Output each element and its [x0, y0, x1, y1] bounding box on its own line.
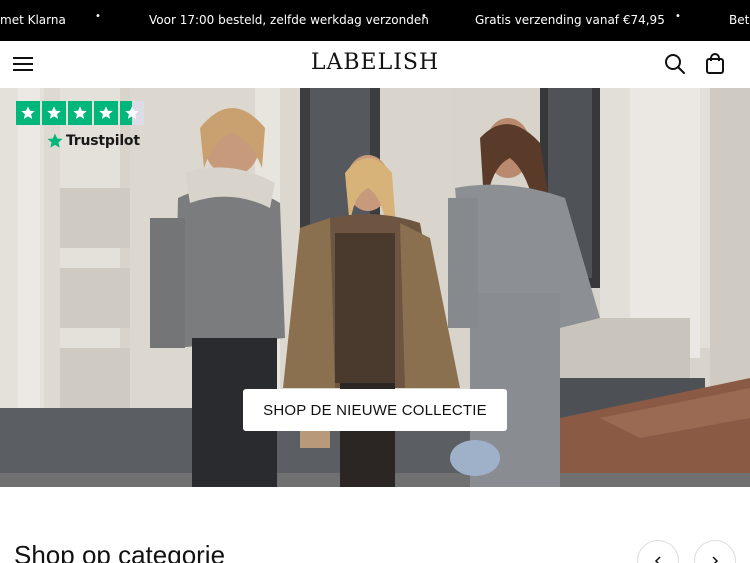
site-logo[interactable]: LABELISH [0, 50, 750, 75]
announcement-message: Beta [729, 13, 750, 27]
carousel-next-button[interactable] [694, 540, 736, 563]
star-icon [94, 101, 118, 125]
chevron-right-icon [712, 556, 719, 563]
shop-new-collection-button[interactable]: SHOP DE NIEUWE COLLECTIE [243, 389, 507, 431]
search-icon[interactable] [663, 52, 687, 76]
site-header: LABELISH [0, 41, 750, 88]
announcement-bar: met Klarna • Voor 17:00 besteld, zelfde … [0, 0, 750, 41]
trustpilot-badge[interactable]: Trustpilot [16, 101, 161, 150]
announcement-message: Voor 17:00 besteld, zelfde werkdag verzo… [149, 13, 429, 27]
star-icon [68, 101, 92, 125]
chevron-left-icon [654, 556, 661, 563]
trustpilot-stars [16, 101, 161, 125]
star-icon [42, 101, 66, 125]
section-title: Shop op categorie [14, 540, 226, 563]
announcement-separator: • [675, 11, 681, 22]
shopping-bag-icon[interactable] [703, 52, 727, 76]
trustpilot-label: Trustpilot [66, 133, 140, 149]
announcement-message: met Klarna [0, 13, 66, 27]
star-icon [16, 101, 40, 125]
half-star-icon [120, 101, 144, 125]
announcement-separator: • [421, 11, 427, 22]
carousel-prev-button[interactable] [637, 540, 679, 563]
trustpilot-star-icon [47, 133, 63, 148]
announcement-message: Gratis verzending vanaf €74,95 [475, 13, 665, 27]
announcement-separator: • [95, 11, 101, 22]
trustpilot-logo: Trustpilot [46, 132, 161, 150]
